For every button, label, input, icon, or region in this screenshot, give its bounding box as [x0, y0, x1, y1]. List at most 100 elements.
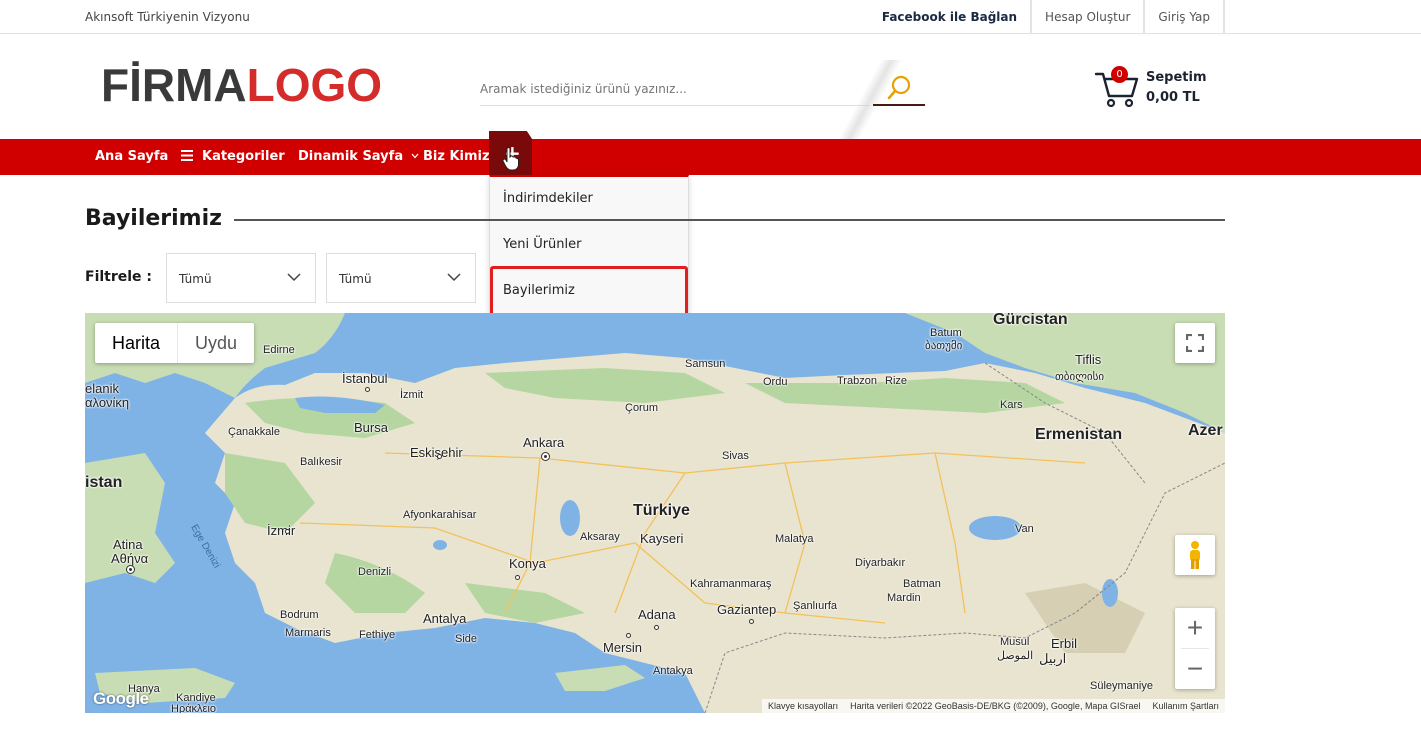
map-label: Ηράκλειο — [171, 703, 217, 713]
nav-home[interactable]: Ana Sayfa — [95, 139, 168, 175]
city-marker — [749, 619, 754, 624]
map-label: Gaziantep — [717, 602, 777, 617]
cart-widget[interactable]: 0 Sepetim 0,00 TL — [1094, 66, 1224, 108]
more-dropdown-menu: İndirimdekiler Yeni Ürünler Bayilerimiz — [489, 175, 689, 317]
map-label: İzmir — [267, 523, 296, 538]
site-slogan: Akınsoft Türkiyenin Vizyonu — [85, 10, 250, 24]
logo-text-firma: FİRMA — [101, 59, 247, 111]
chevron-down-icon — [447, 273, 461, 282]
map-label: Azer — [1188, 422, 1223, 439]
chevron-down-icon — [287, 273, 301, 282]
map-label: Samsun — [685, 358, 726, 370]
menu-icon — [181, 150, 193, 161]
map-label: Ankara — [523, 435, 565, 450]
map-label: Trabzon — [837, 375, 877, 387]
map-label: Sivas — [722, 450, 749, 462]
filter-select-1-value: Tümü — [179, 272, 212, 286]
facebook-connect-link[interactable]: Facebook ile Bağlan — [869, 0, 1033, 34]
map-label: Mersin — [603, 640, 643, 655]
terms-link[interactable]: Kullanım Şartları — [1152, 699, 1219, 713]
map-data-text: Harita verileri ©2022 GeoBasis-DE/BKG (©… — [850, 701, 1141, 711]
nav-categories[interactable]: Kategoriler — [181, 139, 285, 175]
map-label: Antakya — [653, 665, 693, 677]
zoom-control: + − — [1175, 608, 1215, 689]
map-type-satellite-button[interactable]: Uydu — [178, 323, 254, 363]
map-label: اربيل — [1039, 651, 1067, 666]
map-label: Malatya — [775, 533, 814, 545]
capital-marker — [127, 566, 134, 573]
map-label: Side — [455, 633, 478, 645]
city-marker — [654, 625, 659, 630]
hand-cursor-icon — [502, 147, 519, 171]
city-marker — [437, 454, 442, 459]
map-label: Çanakkale — [228, 426, 280, 438]
map-label: Fethiye — [359, 629, 396, 641]
map-attribution: Klavye kısayolları Harita verileri ©2022… — [762, 699, 1225, 713]
dropdown-item-new-products[interactable]: Yeni Ürünler — [503, 237, 582, 252]
map-label: Edirne — [263, 344, 295, 356]
header: FİRMALOGO 0 Sepetim 0,00 TL — [0, 34, 1421, 140]
cart-total: 0,00 TL — [1146, 90, 1200, 105]
map-label: ბათუმი — [925, 340, 963, 352]
fullscreen-button[interactable] — [1175, 323, 1215, 363]
dropdown-item-dealers[interactable]: Bayilerimiz — [503, 283, 575, 298]
map-label: Mardin — [887, 592, 921, 604]
google-logo: Google — [93, 689, 149, 708]
search-bar — [480, 60, 925, 140]
login-link[interactable]: Giriş Yap — [1145, 0, 1225, 34]
filter-select-1[interactable]: Tümü — [166, 253, 316, 303]
chevron-down-icon — [411, 153, 419, 159]
nav-dynamic-page[interactable]: Dinamik Sayfa — [298, 139, 419, 175]
map-label: Antalya — [423, 611, 467, 626]
register-link[interactable]: Hesap Oluştur — [1032, 0, 1146, 34]
account-links: Facebook ile Bağlan Hesap Oluştur Giriş … — [869, 0, 1225, 34]
site-logo[interactable]: FİRMALOGO — [101, 62, 382, 108]
page-title: Bayilerimiz — [85, 206, 222, 231]
nav-more-button[interactable]: + — [489, 131, 532, 175]
cart-count-badge: 0 — [1111, 66, 1128, 83]
map-label: თბილისი — [1055, 371, 1105, 383]
street-view-button[interactable] — [1175, 535, 1215, 575]
map-label: Van — [1015, 523, 1034, 535]
map-label: elanik — [85, 381, 119, 396]
map-label: الموصل — [997, 650, 1034, 662]
nav-about[interactable]: Biz Kimiz — [423, 139, 490, 175]
map-label: Bursa — [354, 420, 388, 435]
dropdown-item-discounts[interactable]: İndirimdekiler — [503, 191, 593, 206]
city-marker — [285, 529, 290, 534]
map-label: Balıkesir — [300, 456, 343, 468]
map-label: Rize — [885, 375, 908, 387]
map-label: Süleymaniye — [1090, 680, 1153, 692]
filter-select-2[interactable]: Tümü — [326, 253, 476, 303]
map-label: Kahramanmaraş — [690, 578, 772, 590]
map-label: Diyarbakır — [855, 557, 906, 569]
dealers-map[interactable]: Gürcistan Batum ბათუმი Tiflis თბილისი Ed… — [85, 313, 1225, 713]
zoom-in-button[interactable]: + — [1175, 608, 1215, 648]
map-label: Marmaris — [285, 627, 331, 639]
filter-select-2-value: Tümü — [339, 272, 372, 286]
search-input[interactable] — [480, 72, 870, 106]
map-label: Batum — [930, 327, 962, 339]
zoom-out-button[interactable]: − — [1175, 649, 1215, 689]
map-label: Αθήνα — [111, 551, 149, 566]
title-divider — [234, 219, 1225, 221]
map-type-map-button[interactable]: Harita — [95, 323, 179, 363]
main-navigation: Ana Sayfa Kategoriler Dinamik Sayfa Biz … — [0, 131, 1421, 175]
map-label: Afyonkarahisar — [403, 509, 477, 521]
map-label: Türkiye — [633, 502, 690, 519]
city-marker — [626, 633, 631, 638]
keyboard-shortcuts-link[interactable]: Klavye kısayolları — [768, 699, 838, 713]
search-button[interactable] — [873, 72, 925, 106]
pegman-icon — [1190, 541, 1200, 569]
map-type-control: Harita Uydu — [95, 323, 255, 363]
map-label: Atina — [113, 537, 143, 552]
nav-dynamic-label: Dinamik Sayfa — [298, 149, 404, 164]
map-label: Ordu — [763, 376, 788, 388]
capital-marker — [542, 453, 549, 460]
city-marker — [365, 387, 370, 392]
map-label: Erbil — [1051, 636, 1078, 651]
map-label: Batman — [903, 578, 941, 590]
nav-categories-label: Kategoriler — [202, 149, 285, 164]
map-label: Adana — [638, 607, 676, 622]
map-label: Kars — [1000, 399, 1023, 411]
